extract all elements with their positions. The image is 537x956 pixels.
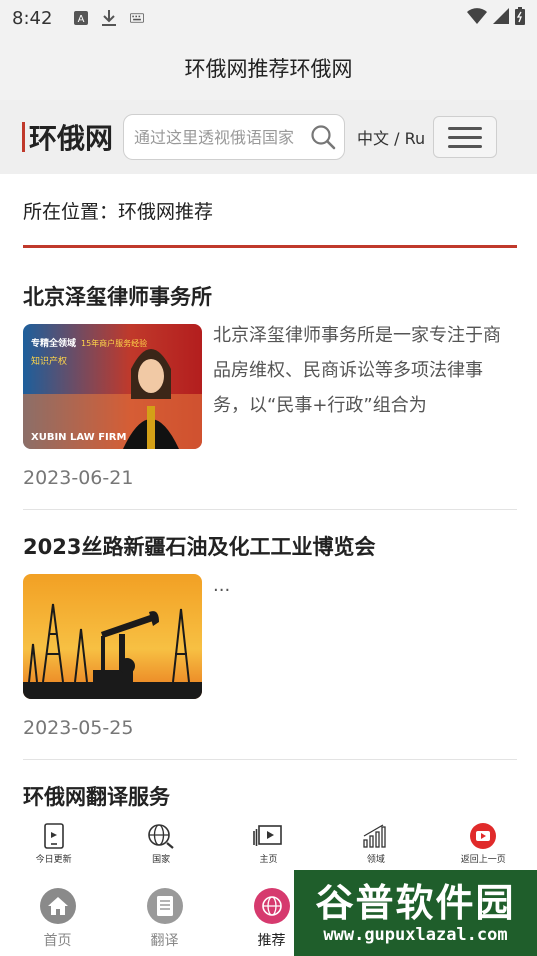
status-time: 8:42 (12, 7, 53, 29)
article-item[interactable]: 北京泽玺律师事务所 专精全领域 15年商户服务经验 知识产权 XUBIN LAW… (23, 280, 517, 489)
today-update-button[interactable]: 今日更新 (14, 822, 94, 865)
article-thumbnail[interactable] (23, 574, 202, 699)
watermark-url-text: www.gupuxlazal.com (323, 925, 508, 945)
cell-signal-icon (493, 8, 509, 28)
font-notification-icon: A (74, 11, 89, 25)
thumb-text: XUBIN LAW FIRM (31, 432, 126, 443)
floating-toolbar: 今日更新 国家 主页 领域 返回上一页 (0, 816, 537, 874)
search-box (123, 114, 346, 160)
breadcrumb: 所在位置：环俄网推荐 (23, 176, 517, 248)
site-logo[interactable]: 环俄网 (22, 117, 113, 157)
article-excerpt: ... (213, 575, 231, 596)
video-icon (253, 822, 283, 850)
country-button[interactable]: 国家 (121, 822, 201, 865)
thumb-text: 专精全领域 (31, 337, 76, 349)
system-icons (467, 7, 525, 29)
tab-home[interactable]: 首页 (4, 874, 111, 956)
menu-line (448, 126, 483, 130)
search-input[interactable] (134, 127, 303, 147)
tablet-icon (39, 822, 69, 850)
globe-icon (253, 888, 290, 924)
tab-translate[interactable]: 翻译 (111, 874, 218, 956)
page-title: 环俄网推荐环俄网 (184, 57, 353, 81)
search-icon[interactable] (308, 122, 338, 152)
menu-line (448, 144, 483, 148)
toolbar-label: 返回上一页 (460, 855, 506, 865)
tab-label: 翻译 (150, 933, 179, 949)
article-item[interactable]: 2023丝路新疆石油及化工工业博览会 ... 2023-05-25 (23, 530, 517, 739)
article-title[interactable]: 环俄网翻译服务 (23, 780, 517, 814)
menu-line (448, 135, 483, 139)
keyboard-icon (130, 11, 145, 25)
signal-bars-icon (361, 822, 391, 850)
thumb-text: 知识产权 (31, 355, 67, 367)
back-play-icon (468, 822, 498, 850)
logo-accent-bar (22, 122, 25, 152)
download-icon (102, 10, 117, 26)
battery-icon (515, 7, 525, 29)
svg-text:A: A (78, 14, 85, 25)
status-bar: 8:42 A (0, 0, 537, 36)
watermark-logo: 谷普软件园 www.gupuxlazal.com (294, 870, 537, 956)
globe-search-icon (146, 822, 176, 850)
article-date: 2023-05-25 (23, 717, 134, 739)
hamburger-menu-button[interactable] (433, 116, 498, 158)
toolbar-label: 国家 (152, 855, 171, 865)
tab-label: 推荐 (257, 933, 286, 949)
home-icon (39, 888, 76, 924)
document-icon (146, 888, 183, 924)
toolbar-label: 主页 (259, 855, 278, 865)
article-excerpt: 北京泽玺律师事务所是一家专注于商品房维权、民商诉讼等多项法律事务，以“民事+行政… (213, 325, 501, 416)
toolbar-label: 领域 (366, 855, 385, 865)
watermark-main-text: 谷普软件园 (315, 881, 516, 925)
wifi-icon (467, 8, 487, 28)
logo-text: 环俄网 (29, 122, 114, 155)
back-button[interactable]: 返回上一页 (443, 822, 523, 865)
article-thumbnail[interactable]: 专精全领域 15年商户服务经验 知识产权 XUBIN LAW FIRM (23, 324, 202, 449)
site-header: 环俄网 中文 / Ru (0, 100, 537, 174)
app-title-bar: 环俄网推荐环俄网 (0, 36, 537, 100)
field-button[interactable]: 领域 (336, 822, 416, 865)
tab-label: 首页 (43, 933, 72, 949)
article-date: 2023-06-21 (23, 467, 134, 489)
article-title[interactable]: 北京泽玺律师事务所 (23, 280, 517, 314)
language-switch[interactable]: 中文 / Ru (357, 125, 425, 149)
article-title[interactable]: 2023丝路新疆石油及化工工业博览会 (23, 530, 517, 564)
thumb-text: 15年商户服务经验 (81, 338, 147, 348)
notification-icons: A (74, 10, 145, 26)
divider (23, 759, 517, 760)
article-item[interactable]: 环俄网翻译服务 (23, 780, 517, 814)
toolbar-label: 今日更新 (35, 855, 72, 865)
divider (23, 509, 517, 510)
homepage-button[interactable]: 主页 (228, 822, 308, 865)
